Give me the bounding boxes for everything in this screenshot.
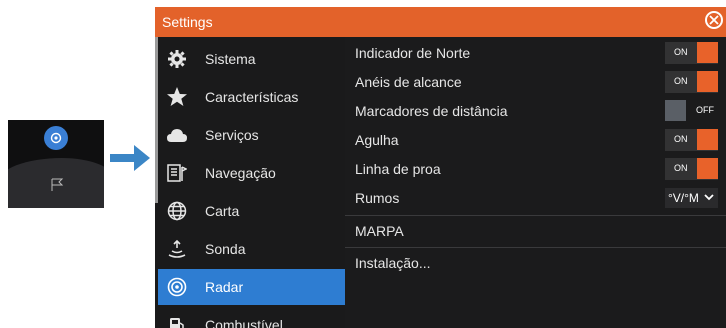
- toggle-switch[interactable]: ON: [665, 129, 718, 151]
- globe-icon: [166, 200, 188, 222]
- toggle-switch[interactable]: ON: [665, 71, 718, 93]
- sidebar-item-label: Sonda: [205, 241, 246, 257]
- close-button[interactable]: [705, 11, 723, 29]
- sidebar-item-combustivel[interactable]: Combustível: [158, 307, 345, 328]
- toggle-state: ON: [674, 47, 688, 57]
- sidebar-item-label: Carta: [205, 203, 240, 219]
- sidebar-item-carta[interactable]: Carta: [158, 193, 345, 229]
- setting-label: Instalação...: [355, 255, 431, 271]
- cloud-icon: [166, 124, 188, 146]
- setting-row-marcadores-de-distancia[interactable]: Marcadores de distância OFF: [345, 97, 726, 125]
- rumos-select[interactable]: °V/°M: [665, 188, 718, 208]
- select-value: °V/°M: [668, 191, 699, 205]
- setting-label: Anéis de alcance: [355, 74, 462, 90]
- divider: [345, 247, 726, 248]
- gear-icon: [166, 48, 188, 70]
- setting-row-indicador-de-norte[interactable]: Indicador de Norte ON: [345, 39, 726, 67]
- setting-label: Agulha: [355, 132, 399, 148]
- sidebar-item-navegacao[interactable]: Navegação: [158, 155, 345, 191]
- sidebar-item-label: Características: [205, 89, 299, 105]
- toggle-state: ON: [674, 163, 688, 173]
- sidebar-item-label: Sistema: [205, 51, 256, 67]
- radar-icon: [166, 276, 188, 298]
- sidebar-item-label: Navegação: [205, 165, 276, 181]
- sidebar-item-label: Serviços: [205, 127, 259, 143]
- setting-label: MARPA: [355, 223, 404, 239]
- sidebar-item-sonda[interactable]: Sonda: [158, 231, 345, 267]
- toggle-switch[interactable]: ON: [665, 42, 718, 64]
- arrow-right-icon: [110, 145, 150, 171]
- source-screen-thumbnail: [8, 120, 104, 208]
- settings-gear-icon: [44, 126, 68, 150]
- star-icon: [166, 86, 188, 108]
- sidebar-item-radar[interactable]: Radar: [158, 269, 351, 305]
- setting-row-agulha[interactable]: Agulha ON: [345, 126, 726, 154]
- fuel-icon: [166, 314, 188, 328]
- toggle-switch[interactable]: OFF: [665, 100, 718, 122]
- chevron-down-icon: [704, 194, 714, 201]
- sidebar-item-caracteristicas[interactable]: Características: [158, 79, 345, 115]
- sidebar-item-servicos[interactable]: Serviços: [158, 117, 345, 153]
- sidebar-item-label: Combustível: [205, 317, 283, 328]
- setting-row-instalacao[interactable]: Instalação...: [345, 249, 726, 277]
- setting-label: Linha de proa: [355, 161, 441, 177]
- settings-sidebar: Sistema Características Serviços Navegaç…: [155, 37, 351, 328]
- toggle-state: ON: [674, 76, 688, 86]
- dialog-titlebar: Settings: [155, 7, 726, 37]
- toggle-state: OFF: [696, 105, 714, 115]
- waypoint-flag-icon: [51, 178, 64, 191]
- setting-row-linha-de-proa[interactable]: Linha de proa ON: [345, 155, 726, 183]
- dialog-title: Settings: [162, 14, 213, 30]
- setting-row-aneis-de-alcance[interactable]: Anéis de alcance ON: [345, 68, 726, 96]
- setting-label: Rumos: [355, 190, 400, 206]
- settings-dialog: Settings Sistema Características Serviço…: [155, 7, 726, 328]
- setting-row-marpa[interactable]: MARPA: [345, 217, 726, 245]
- radar-settings-panel: Indicador de Norte ON Anéis de alcance O…: [345, 37, 726, 328]
- toggle-state: ON: [674, 134, 688, 144]
- setting-row-rumos[interactable]: Rumos °V/°M: [345, 184, 726, 212]
- navigation-icon: [166, 162, 188, 184]
- sidebar-item-sistema[interactable]: Sistema: [158, 41, 345, 77]
- setting-label: Marcadores de distância: [355, 103, 508, 119]
- divider: [345, 215, 726, 216]
- setting-label: Indicador de Norte: [355, 45, 471, 61]
- close-icon: [709, 15, 719, 25]
- sidebar-item-label: Radar: [205, 279, 244, 295]
- toggle-switch[interactable]: ON: [665, 158, 718, 180]
- sonar-icon: [166, 238, 188, 260]
